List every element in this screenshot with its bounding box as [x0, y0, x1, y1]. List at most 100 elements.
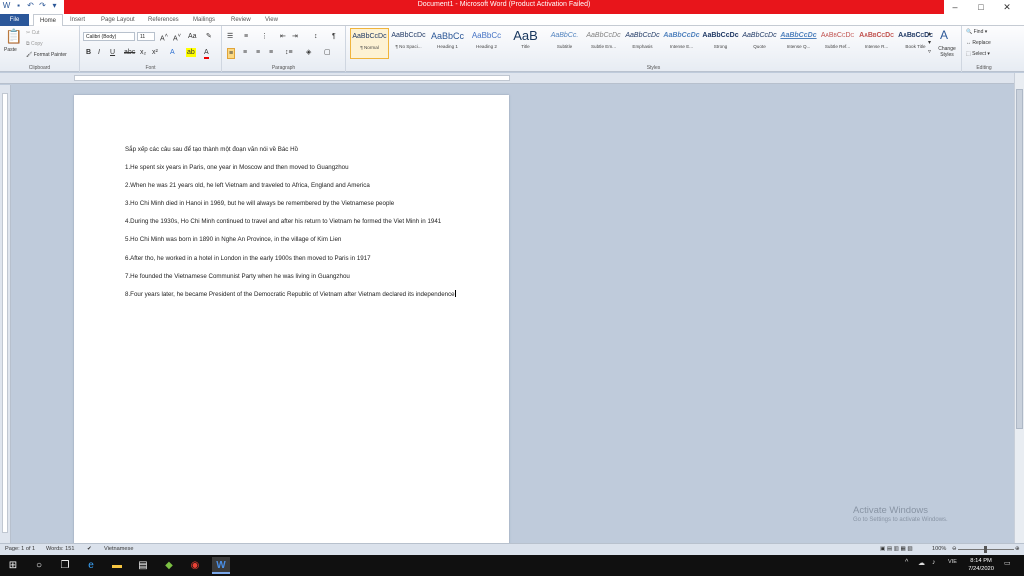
select-button[interactable]: ⬚ Select ▾ [966, 51, 990, 57]
word-icon[interactable]: W [2, 1, 11, 11]
close-button[interactable]: ✕ [994, 0, 1020, 14]
zoom-level[interactable]: 100% [932, 544, 946, 555]
style-title[interactable]: AaB Title [506, 28, 545, 59]
document-content[interactable]: Sắp xếp các câu sau để tạo thành một đoạ… [125, 145, 461, 308]
undo-icon[interactable]: ↶ [26, 1, 35, 11]
tab-review[interactable]: Review [231, 14, 251, 26]
pilcrow-icon[interactable]: ¶ [332, 32, 336, 41]
subscript-icon[interactable]: x₂ [140, 48, 146, 57]
tab-page-layout[interactable]: Page Layout [101, 14, 135, 26]
font-color-icon[interactable]: A [204, 48, 209, 59]
style-strong[interactable]: AaBbCcDc Strong [701, 28, 740, 59]
highlight-icon[interactable]: ab [186, 48, 196, 57]
borders-icon[interactable]: ▢ [324, 48, 331, 57]
font-size-box[interactable]: 11 [137, 32, 155, 41]
style-no-spacing[interactable]: AaBbCcDc ¶ No Spaci... [389, 28, 428, 59]
change-styles-icon[interactable]: A [940, 28, 948, 42]
proofing-icon[interactable]: ✔ [87, 544, 92, 555]
style-intense-emphasis[interactable]: AaBbCcDc Intense E... [662, 28, 701, 59]
replace-button[interactable]: ↔ Replace [966, 40, 991, 46]
bold-icon[interactable]: B [86, 48, 91, 57]
horizontal-ruler[interactable] [0, 73, 1024, 84]
style-subtle-emphasis[interactable]: AaBbCcDc Subtle Em... [584, 28, 623, 59]
justify-icon[interactable]: ≡ [269, 48, 273, 57]
tab-mailings[interactable]: Mailings [193, 14, 215, 26]
notification-icon[interactable]: ▭ [1004, 559, 1011, 567]
scroll-thumb[interactable] [1016, 89, 1023, 429]
grow-font-icon[interactable]: A˄ [160, 32, 168, 43]
clock[interactable]: 8:14 PM 7/24/2020 [968, 557, 994, 573]
search-icon[interactable]: ○ [30, 557, 48, 574]
paragraph-8[interactable]: 8.Four years later, he became President … [125, 291, 455, 298]
chrome-icon[interactable]: ◉ [186, 557, 204, 574]
line-spacing-icon[interactable]: ↕≡ [285, 48, 293, 57]
tab-file[interactable]: File [0, 14, 29, 26]
superscript-icon[interactable]: x² [152, 48, 158, 57]
tab-references[interactable]: References [148, 14, 179, 26]
document-area[interactable]: Sắp xếp các câu sau để tạo thành một đoạ… [11, 85, 1014, 543]
paragraph-2[interactable]: 2.When he was 21 years old, he left Viet… [125, 181, 461, 192]
cut-button[interactable]: ✂ Cut [26, 30, 39, 36]
minimize-button[interactable]: – [942, 0, 968, 14]
italic-icon[interactable]: I [98, 48, 100, 57]
task-view-icon[interactable]: ❐ [56, 557, 74, 574]
redo-icon[interactable]: ↷ [38, 1, 47, 11]
edge-icon[interactable]: e [82, 557, 100, 574]
find-button[interactable]: 🔍 Find ▾ [966, 29, 987, 35]
language-indicator[interactable]: Vietnamese [104, 544, 133, 555]
paragraph-3[interactable]: 3.Ho Chi Minh died in Hanoi in 1969, but… [125, 199, 461, 210]
view-buttons[interactable]: ▣ ▤ ▥ ▦ ▧ [880, 544, 913, 555]
paragraph-7[interactable]: 7.He founded the Vietnamese Communist Pa… [125, 272, 461, 283]
style-intense-reference[interactable]: AaBbCcDc Intense R... [857, 28, 896, 59]
multilevel-list-icon[interactable]: ⋮ [261, 32, 268, 41]
shrink-font-icon[interactable]: A˅ [173, 32, 181, 43]
maximize-button[interactable]: □ [968, 0, 994, 14]
word-count[interactable]: Words: 151 [46, 544, 75, 555]
strikethrough-icon[interactable]: abc [124, 48, 135, 57]
paragraph-8-container[interactable]: 8.Four years later, he became President … [125, 289, 461, 301]
change-case-icon[interactable]: Aa [188, 32, 197, 41]
tray-up-icon[interactable]: ^ [905, 559, 908, 566]
paragraph-6[interactable]: 6.After tho, he worked in a hotel in Lon… [125, 254, 461, 265]
paste-button[interactable]: Paste [4, 47, 17, 53]
file-explorer-icon[interactable]: ▬ [108, 557, 126, 574]
zoom-slider-knob[interactable] [984, 546, 987, 553]
paragraph-5[interactable]: 5.Ho Chi Minh was born in 1890 in Nghe A… [125, 235, 461, 246]
style-subtle-reference[interactable]: AaBbCcDc Subtle Ref... [818, 28, 857, 59]
style-emphasis[interactable]: AaBbCcDc Emphasis [623, 28, 662, 59]
bullets-icon[interactable]: ☰ [227, 32, 233, 41]
style-quote[interactable]: AaBbCcDc Quote [740, 28, 779, 59]
align-right-icon[interactable]: ≡ [256, 48, 260, 57]
word-taskbar-icon[interactable]: W [212, 557, 230, 574]
vertical-ruler[interactable] [0, 85, 11, 543]
shading-icon[interactable]: ◈ [306, 48, 311, 57]
store-icon[interactable]: ▤ [134, 557, 152, 574]
style-heading-1[interactable]: AaBbCc Heading 1 [428, 28, 467, 59]
increase-indent-icon[interactable]: ⇥ [292, 32, 298, 41]
font-name-box[interactable]: Calibri (Body) [83, 32, 135, 41]
style-heading-2[interactable]: AaBbCc Heading 2 [467, 28, 506, 59]
paragraph-1[interactable]: 1.He spent six years in Paris, one year … [125, 163, 461, 174]
decrease-indent-icon[interactable]: ⇤ [280, 32, 286, 41]
paragraph-heading[interactable]: Sắp xếp các câu sau để tạo thành một đoạ… [125, 145, 461, 156]
text-effects-icon[interactable]: A [170, 48, 175, 57]
paste-icon[interactable]: 📋 [5, 28, 22, 44]
style-intense-quote[interactable]: AaBbCcDc Intense Q... [779, 28, 818, 59]
zoom-out-icon[interactable]: ⊖ [952, 544, 957, 555]
format-painter-button[interactable]: 🖌 Format Painter [26, 52, 67, 58]
style-normal[interactable]: AaBbCcDc ¶ Normal [350, 28, 389, 59]
underline-icon[interactable]: U [110, 48, 115, 57]
sort-icon[interactable]: ↕ [314, 32, 318, 41]
style-subtitle[interactable]: AaBbCc. Subtitle [545, 28, 584, 59]
volume-icon[interactable]: ♪ [932, 559, 936, 566]
align-center-icon[interactable]: ≡ [243, 48, 247, 57]
paragraph-4[interactable]: 4.During the 1930s, Ho Chi Minh continue… [125, 217, 461, 228]
clear-formatting-icon[interactable]: ✎ [206, 32, 212, 41]
align-left-icon[interactable]: ≡ [227, 48, 236, 59]
zoom-in-icon[interactable]: ⊕ [1015, 544, 1020, 555]
app-icon[interactable]: ◆ [160, 557, 178, 574]
tab-home[interactable]: Home [33, 14, 64, 26]
start-icon[interactable]: ⊞ [4, 557, 22, 574]
change-styles-button[interactable]: Change Styles [936, 46, 958, 58]
tab-insert[interactable]: Insert [70, 14, 85, 26]
